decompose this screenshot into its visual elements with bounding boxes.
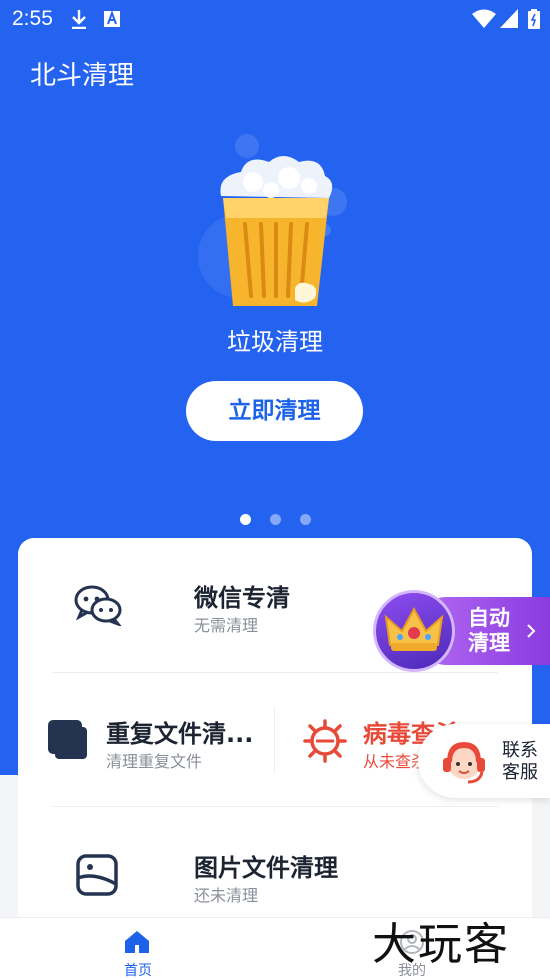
- nav-home[interactable]: 首页: [98, 918, 178, 979]
- download-icon: [72, 10, 86, 29]
- watermark-text: 大玩客: [372, 919, 510, 970]
- carousel-pager: [236, 514, 316, 526]
- duplicate-files-icon: [48, 720, 89, 761]
- chevron-right-icon: [527, 624, 536, 638]
- app-title: 北斗清理: [30, 61, 135, 91]
- customer-service-line1: 联系: [502, 740, 538, 761]
- duplicate-subtitle: 清理重复文件: [106, 752, 203, 771]
- auto-clean-line1: 自动: [468, 606, 510, 630]
- wifi-icon: [472, 9, 496, 28]
- customer-service-badge[interactable]: 联系 客服: [418, 724, 550, 798]
- customer-service-label: 联系 客服: [502, 740, 538, 784]
- font-icon: [104, 10, 120, 27]
- status-time: 2:55: [12, 7, 53, 30]
- crown-icon: [384, 606, 444, 651]
- divider-vertical: [274, 706, 275, 774]
- crown-avatar: [373, 590, 455, 672]
- customer-service-line2: 客服: [502, 762, 538, 783]
- auto-clean-badge[interactable]: 自动 清理: [373, 590, 550, 672]
- pager-dot[interactable]: [300, 514, 311, 525]
- images-subtitle: 还未清理: [194, 886, 259, 905]
- wechat-icon: [74, 585, 122, 626]
- clean-now-button[interactable]: 立即清理: [186, 381, 363, 441]
- image-icon: [76, 854, 118, 896]
- home-icon: [125, 931, 149, 953]
- battery-icon: [528, 9, 540, 29]
- pager-dot-active[interactable]: [240, 514, 251, 525]
- auto-clean-line2: 清理: [468, 631, 510, 655]
- signal-icon: [500, 9, 518, 28]
- wechat-subtitle: 无需清理: [194, 616, 259, 635]
- status-bar: 2:55: [0, 0, 550, 38]
- images-title: 图片文件清理: [194, 854, 338, 882]
- hero-label: 垃圾清理: [227, 328, 323, 356]
- pager-dot[interactable]: [270, 514, 281, 525]
- auto-clean-label: 自动 清理: [468, 606, 510, 656]
- divider: [52, 672, 498, 673]
- nav-home-label: 首页: [124, 963, 152, 979]
- virus-icon: [303, 719, 347, 763]
- trash-bin-icon: [198, 134, 347, 306]
- duplicate-title: 重复文件清...: [106, 720, 254, 748]
- divider: [52, 806, 498, 807]
- wechat-title: 微信专清: [194, 584, 290, 612]
- headset-agent-icon: [443, 742, 485, 784]
